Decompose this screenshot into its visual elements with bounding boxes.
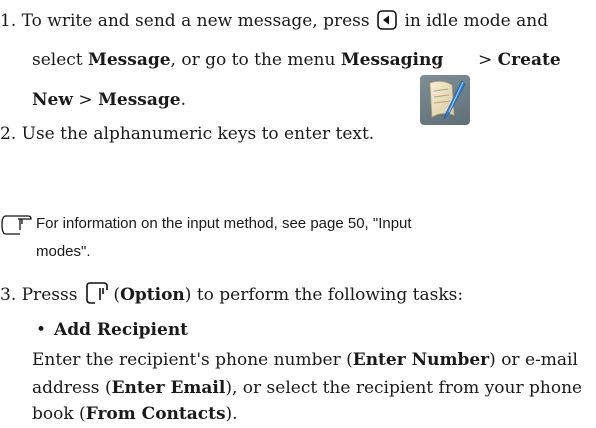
step3-rest: ) to perform the following tasks: (184, 285, 464, 305)
body-line1: Enter the recipient's phone number (Ente… (32, 350, 578, 370)
step3-text: 3. Presss (0, 285, 78, 305)
step1-gt: > (478, 50, 493, 70)
menu-create: Create (497, 50, 561, 70)
bullet-symbol: • (36, 320, 47, 340)
note-line1: For information on the input method, see… (36, 214, 412, 234)
step1-or-text: , or go to the menu (170, 50, 336, 70)
note-text: For information on the input method, see… (36, 215, 412, 232)
note-text-cont: modes". (36, 243, 91, 260)
step1-line3: New > Message. (32, 90, 186, 110)
menu-item-message: Message (88, 50, 171, 70)
step1-select-text: select (32, 50, 83, 70)
step1-gt2: > (73, 90, 99, 110)
body-text: ). (225, 404, 238, 424)
note-hand-icon (1, 215, 32, 235)
menu-messaging: Messaging (340, 50, 444, 70)
option-label: Option (120, 285, 185, 305)
step3-line: 3. Presss (Option) to perform the follow… (0, 280, 463, 306)
body-text: Enter the recipient's phone number ( (32, 350, 353, 370)
step1-text: 1. To write and send a new message, pres… (0, 11, 370, 31)
step1-period: . (180, 90, 186, 110)
bullet-add-recipient: • Add Recipient (36, 320, 188, 340)
body-text: ) or e-mail (489, 350, 578, 370)
from-contacts-label: From Contacts (85, 404, 226, 424)
note-line2: modes". (36, 242, 91, 262)
menu-message: Message (98, 90, 181, 110)
step1-line2: select Message, or go to the menu Messag… (32, 50, 443, 70)
body-text: book ( (32, 404, 86, 424)
menu-new: New (32, 90, 73, 110)
body-line3: book (From Contacts). (32, 404, 238, 424)
step2-text: 2. Use the alphanumeric keys to enter te… (0, 124, 375, 144)
bullet-title: Add Recipient (54, 320, 189, 340)
enter-email-label: Enter Email (111, 378, 226, 398)
body-text: ), or select the recipient from your pho… (225, 378, 583, 398)
step1-line2-end: > Create (478, 50, 561, 70)
step1-text-cont: in idle mode and (404, 11, 549, 31)
enter-number-label: Enter Number (352, 350, 490, 370)
left-navigation-key-icon (377, 10, 397, 30)
option-soft-key-icon (86, 282, 109, 304)
step1-line1: 1. To write and send a new message, pres… (0, 10, 548, 31)
body-text: address ( (32, 378, 112, 398)
body-line2: address (Enter Email), or select the rec… (32, 378, 582, 398)
step2-line: 2. Use the alphanumeric keys to enter te… (0, 124, 374, 144)
messaging-app-icon (420, 75, 470, 125)
